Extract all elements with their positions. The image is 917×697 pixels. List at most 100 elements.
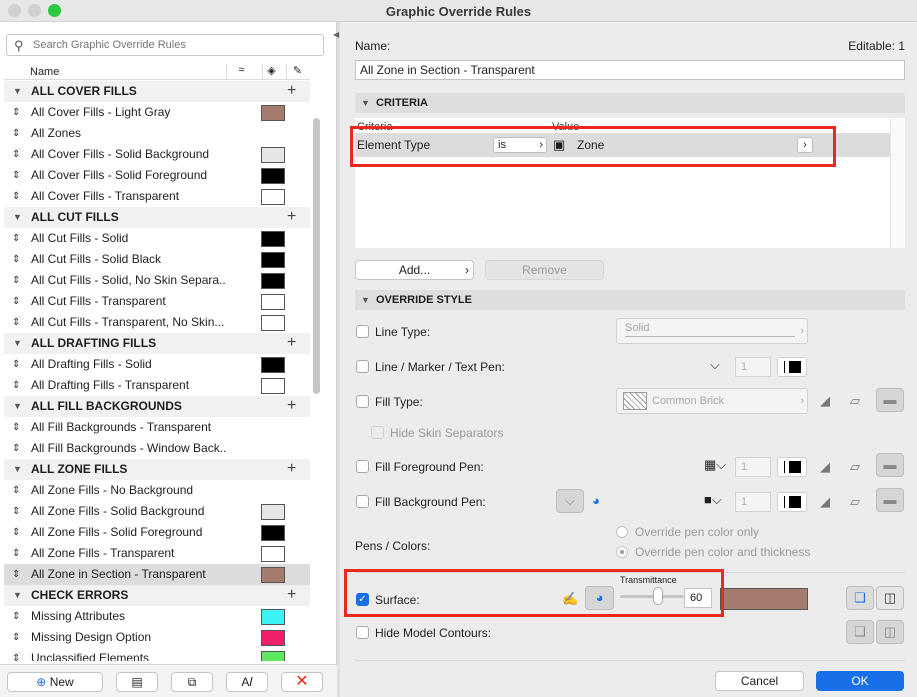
rule-row[interactable]: ⇕ All Zone in Section - Transparent: [4, 564, 310, 585]
drag-handle-icon[interactable]: ⇕: [12, 123, 20, 144]
fill-bg-checkbox[interactable]: [356, 495, 369, 508]
fill-type-checkbox[interactable]: [356, 395, 369, 408]
criteria-section-header[interactable]: ▼ CRITERIA: [355, 93, 905, 113]
duplicate-button[interactable]: ⧉: [171, 672, 213, 692]
rule-row[interactable]: ⇕ All Cut Fills - Solid, No Skin Separa..…: [4, 270, 310, 291]
drag-handle-icon[interactable]: ⇕: [12, 522, 20, 543]
drag-handle-icon[interactable]: ⇕: [12, 564, 20, 585]
fill-bg-number[interactable]: 1: [735, 492, 771, 512]
line-pen-number[interactable]: 1: [735, 357, 771, 377]
search-box[interactable]: ⚲: [6, 34, 324, 56]
rule-row[interactable]: ⇕ All Cover Fills - Solid Background: [4, 144, 310, 165]
contours-section-button[interactable]: ◫: [876, 620, 904, 644]
fill-drafting-button[interactable]: ▬: [876, 488, 904, 512]
color-wheel-icon[interactable]: ◕: [592, 493, 600, 508]
drag-handle-icon[interactable]: ⇕: [12, 228, 20, 249]
group-row[interactable]: ▼ ALL DRAFTING FILLS +: [4, 333, 310, 354]
add-rule-plus-icon[interactable]: +: [287, 395, 296, 416]
rule-row[interactable]: ⇕ All Fill Backgrounds - Window Back...: [4, 438, 310, 459]
remove-criteria-button[interactable]: Remove: [485, 260, 604, 280]
drag-handle-icon[interactable]: ⇕: [12, 102, 20, 123]
drag-handle-icon[interactable]: ⇕: [12, 312, 20, 333]
rule-row[interactable]: ⇕ All Zone Fills - Solid Foreground: [4, 522, 310, 543]
rule-row[interactable]: ⇕ Missing Attributes: [4, 606, 310, 627]
list-scrollbar[interactable]: [313, 118, 320, 394]
drag-handle-icon[interactable]: ⇕: [12, 165, 20, 186]
line-type-field[interactable]: Solid ›: [616, 318, 808, 344]
disclosure-triangle-icon[interactable]: ▼: [13, 585, 22, 606]
group-row[interactable]: ▼ CHECK ERRORS +: [4, 585, 310, 606]
rule-row[interactable]: ⇕ All Cut Fills - Transparent: [4, 291, 310, 312]
drag-handle-icon[interactable]: ⇕: [12, 543, 20, 564]
fill-fg-number[interactable]: 1: [735, 457, 771, 477]
line-pen-color-button[interactable]: [777, 357, 807, 377]
group-row[interactable]: ▼ ALL CUT FILLS +: [4, 207, 310, 228]
delete-button[interactable]: ✕: [281, 672, 323, 692]
drag-handle-icon[interactable]: ⇕: [12, 648, 20, 661]
ok-button[interactable]: OK: [816, 671, 904, 691]
radio-color-thickness[interactable]: [616, 546, 628, 558]
drag-handle-icon[interactable]: ⇕: [12, 186, 20, 207]
rule-row[interactable]: ⇕ All Drafting Fills - Transparent: [4, 375, 310, 396]
drag-handle-icon[interactable]: ⇕: [12, 249, 20, 270]
disclosure-triangle-icon[interactable]: ▼: [13, 396, 22, 417]
add-criteria-button[interactable]: Add... ›: [355, 260, 474, 280]
rule-row[interactable]: ⇕ All Cover Fills - Solid Foreground: [4, 165, 310, 186]
drag-handle-icon[interactable]: ⇕: [12, 270, 20, 291]
add-rule-plus-icon[interactable]: +: [287, 458, 296, 479]
surface-column-icon[interactable]: ≈: [226, 64, 256, 80]
drag-handle-icon[interactable]: ⇕: [12, 606, 20, 627]
rule-row[interactable]: ⇕ Missing Design Option: [4, 627, 310, 648]
fill-fg-checkbox[interactable]: [356, 460, 369, 473]
rule-row[interactable]: ⇕ All Zones: [4, 123, 310, 144]
disclosure-triangle-icon[interactable]: ▼: [13, 333, 22, 354]
new-button[interactable]: ⊕ New: [7, 672, 103, 692]
rename-button[interactable]: A𝐼: [226, 672, 268, 692]
radio-color-only[interactable]: [616, 526, 628, 538]
fill-cut-icon[interactable]: ◢: [820, 494, 830, 510]
fill-cover-icon[interactable]: ▱: [850, 459, 860, 475]
add-rule-plus-icon[interactable]: +: [287, 81, 296, 101]
surface-section-button[interactable]: ◫: [876, 586, 904, 610]
collapse-arrow-icon[interactable]: ◀: [333, 30, 339, 39]
rule-row[interactable]: ⇕ All Zone Fills - Transparent: [4, 543, 310, 564]
fill-column-icon[interactable]: ◈: [262, 64, 280, 80]
disclosure-triangle-icon[interactable]: ▼: [13, 207, 22, 228]
fill-cut-icon[interactable]: ◢: [820, 393, 830, 409]
rule-row[interactable]: ⇕ All Zone Fills - No Background: [4, 480, 310, 501]
rule-row[interactable]: ⇕ Unclassified Elements: [4, 648, 310, 661]
rule-row[interactable]: ⇕ All Cut Fills - Solid Black: [4, 249, 310, 270]
drag-handle-icon[interactable]: ⇕: [12, 480, 20, 501]
fill-fg-color-button[interactable]: [777, 457, 807, 477]
fill-cover-icon[interactable]: ▱: [850, 393, 860, 409]
group-row[interactable]: ▼ ALL FILL BACKGROUNDS +: [4, 396, 310, 417]
contours-model-button[interactable]: ❏: [846, 620, 874, 644]
drag-handle-icon[interactable]: ⇕: [12, 375, 20, 396]
fill-cover-icon[interactable]: ▱: [850, 494, 860, 510]
group-row[interactable]: ▼ ALL ZONE FILLS +: [4, 459, 310, 480]
disclosure-triangle-icon[interactable]: ▼: [13, 459, 22, 480]
rule-row[interactable]: ⇕ All Cut Fills - Transparent, No Skin...: [4, 312, 310, 333]
fill-cut-icon[interactable]: ◢: [820, 459, 830, 475]
drag-handle-icon[interactable]: ⇕: [12, 438, 20, 459]
rule-row[interactable]: ⇕ All Zone Fills - Solid Background: [4, 501, 310, 522]
cancel-button[interactable]: Cancel: [715, 671, 804, 691]
add-rule-plus-icon[interactable]: +: [287, 584, 296, 605]
fill-drafting-button[interactable]: ▬: [876, 388, 904, 412]
drag-handle-icon[interactable]: ⇕: [12, 501, 20, 522]
group-row[interactable]: ▼ ALL COVER FILLS +: [4, 81, 310, 102]
line-pen-checkbox[interactable]: [356, 360, 369, 373]
line-type-checkbox[interactable]: [356, 325, 369, 338]
fill-type-field[interactable]: Common Brick ›: [616, 388, 808, 414]
drag-handle-icon[interactable]: ⇕: [12, 627, 20, 648]
rule-row[interactable]: ⇕ All Drafting Fills - Solid: [4, 354, 310, 375]
fill-drafting-button[interactable]: ▬: [876, 453, 904, 477]
rule-row[interactable]: ⇕ All Cover Fills - Transparent: [4, 186, 310, 207]
surface-color-swatch[interactable]: [720, 588, 808, 610]
disclosure-triangle-icon[interactable]: ▼: [13, 81, 22, 102]
rule-row[interactable]: ⇕ All Cut Fills - Solid: [4, 228, 310, 249]
drag-handle-icon[interactable]: ⇕: [12, 144, 20, 165]
drag-handle-icon[interactable]: ⇕: [12, 417, 20, 438]
pen-mode-button[interactable]: ⌵: [556, 489, 584, 513]
search-input[interactable]: [33, 37, 313, 53]
